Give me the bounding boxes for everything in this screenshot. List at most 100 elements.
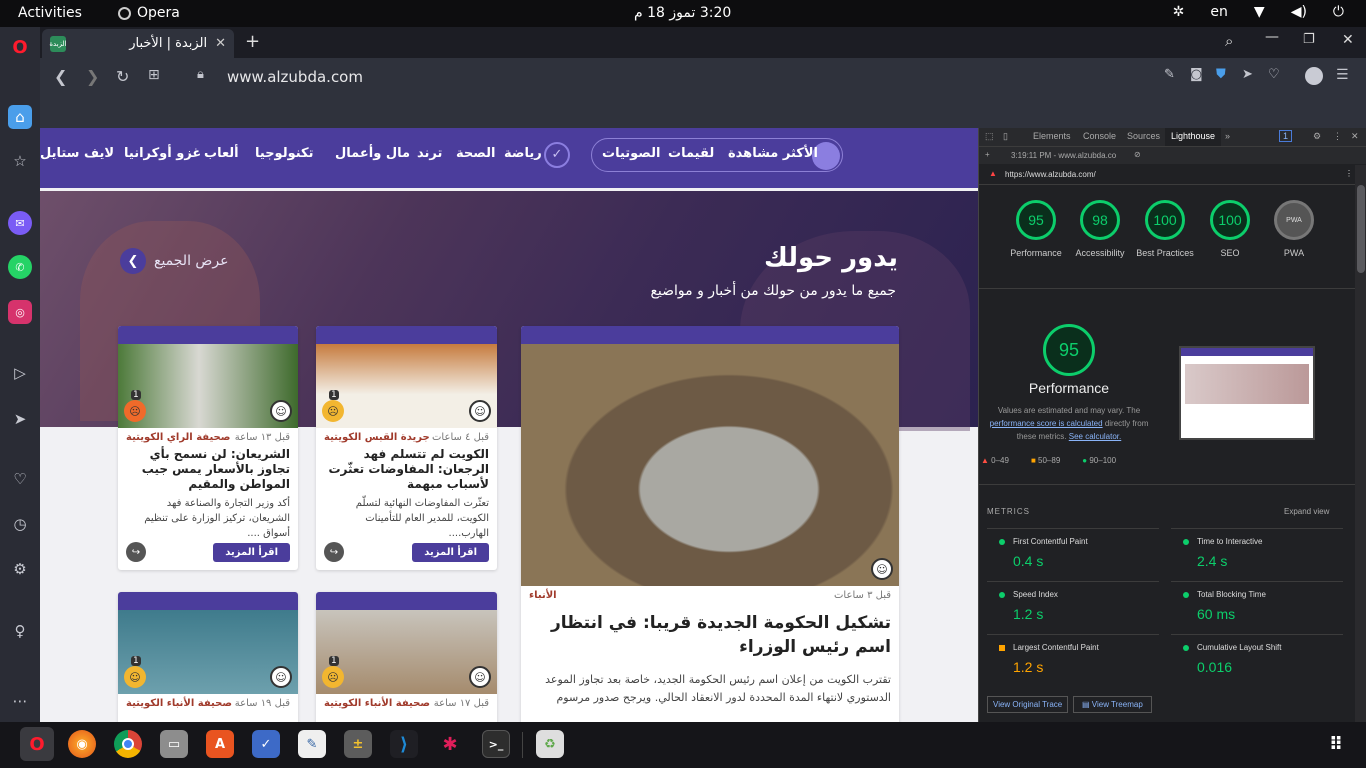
power-icon[interactable]: ⏻ — [1333, 4, 1344, 20]
article-image[interactable]: ☹ 1 ☺ — [316, 610, 497, 694]
show-apps-icon[interactable]: ⠿ — [1322, 730, 1350, 758]
close-icon[interactable]: ✕ — [1351, 131, 1359, 142]
issues-badge[interactable]: 1 — [1279, 130, 1293, 142]
laugh-reaction-icon[interactable]: ☺ 1 — [124, 656, 146, 688]
score-gauge-seo[interactable]: 100 — [1210, 200, 1250, 240]
sad-reaction-icon[interactable]: ☹ 1 — [322, 656, 344, 688]
reaction-add-icon[interactable]: ☺ — [469, 400, 491, 422]
camera-icon[interactable]: ◙ — [1190, 67, 1203, 82]
score-gauge-pwa[interactable]: PWA — [1274, 200, 1314, 240]
edit-icon[interactable]: ✎ — [1164, 67, 1175, 82]
heart-icon[interactable]: ♡ — [1268, 67, 1280, 82]
tab-console[interactable]: Console — [1083, 131, 1116, 141]
reaction-add-icon[interactable]: ☺ — [270, 400, 292, 422]
minimize-button[interactable]: — — [1265, 29, 1279, 45]
article-title[interactable]: الكويت لم تتسلم فهد الرجعان: المفاوضات ت… — [316, 443, 497, 492]
home-icon[interactable]: ⌂ — [8, 105, 32, 129]
score-gauge-best-practices[interactable]: 100 — [1145, 200, 1185, 240]
nav-audio[interactable]: الصوتيات — [602, 146, 660, 161]
tabs-grid-icon[interactable]: ⊞ — [148, 67, 160, 83]
article-title[interactable]: الشريعان: لن نسمح بأي تجاوز بالأسعار يمس… — [118, 443, 298, 492]
angry-reaction-icon[interactable]: ☹ 1 — [124, 390, 146, 422]
share-icon[interactable]: ↪ — [324, 542, 344, 562]
vscode-dock-icon[interactable]: ⟩ — [390, 730, 418, 758]
text-editor-dock-icon[interactable]: ✎ — [298, 730, 326, 758]
reaction-add-icon[interactable]: ☺ — [270, 666, 292, 688]
scrollbar-thumb[interactable] — [1357, 185, 1365, 273]
whatsapp-icon[interactable]: ✆ — [8, 255, 32, 279]
read-more-button[interactable]: اقرأ المزيد — [213, 542, 290, 562]
kebab-icon[interactable]: ⋮ — [1345, 169, 1353, 178]
article-image[interactable]: ☺ 1 ☺ — [118, 610, 298, 694]
files-dock-icon[interactable]: ▭ — [160, 730, 188, 758]
settings-icon[interactable]: ⚙ — [8, 557, 32, 581]
view-original-trace-button[interactable]: View Original Trace — [987, 696, 1069, 713]
page-screenshot-thumbnail[interactable] — [1179, 346, 1315, 440]
view-treemap-button[interactable]: ▤ View Treemap — [1073, 696, 1152, 713]
device-icon[interactable]: ▯ — [1003, 131, 1008, 142]
reaction-add-icon[interactable]: ☺ — [871, 558, 893, 580]
nav-health[interactable]: الصحة — [456, 146, 495, 161]
nav-most-viewed[interactable]: الأكثر مشاهدة — [728, 146, 818, 161]
volume-icon[interactable]: ◀) — [1291, 4, 1307, 20]
send-icon[interactable]: ➤ — [1242, 67, 1253, 82]
nav-games[interactable]: ألعاب — [204, 146, 239, 161]
nav-business[interactable]: مال وأعمال — [335, 146, 410, 161]
reload-icon[interactable]: ↻ — [116, 67, 129, 86]
nav-sports[interactable]: رياضة — [504, 146, 542, 161]
reaction-add-icon[interactable]: ☺ — [469, 666, 491, 688]
score-gauge-accessibility[interactable]: 98 — [1080, 200, 1120, 240]
network-settings-icon[interactable]: ✲ — [1173, 4, 1185, 20]
tab-elements[interactable]: Elements — [1033, 131, 1071, 141]
close-icon[interactable]: ✕ — [215, 36, 226, 51]
send-icon[interactable]: ➤ — [8, 407, 32, 431]
article-source[interactable]: الأنباء — [529, 590, 557, 601]
share-icon[interactable]: ↪ — [126, 542, 146, 562]
calculator-dock-icon[interactable]: ± — [344, 730, 372, 758]
news-card[interactable]: ☺ 1 ☺ صحيفة الأنباء الكويتية قبل ١٩ ساعة — [118, 592, 298, 722]
slack-dock-icon[interactable]: ✱ — [436, 730, 464, 758]
history-icon[interactable]: ◷ — [8, 512, 32, 536]
close-window-button[interactable]: ✕ — [1342, 32, 1354, 48]
lightbulb-icon[interactable]: ♀ — [8, 619, 32, 643]
opera-menu-icon[interactable]: O — [8, 35, 32, 59]
url-field[interactable]: www.alzubda.com — [227, 68, 363, 86]
star-icon[interactable]: ☆ — [8, 149, 32, 173]
nav-ukraine[interactable]: غزو أوكرانيا — [124, 146, 201, 161]
avatar[interactable] — [1305, 67, 1323, 85]
report-selector[interactable]: 3:19:11 PM - www.alzubda.co — [1011, 151, 1116, 160]
nav-luqaimat[interactable]: لقيمات — [668, 146, 714, 161]
article-source[interactable]: صحيفة الأنباء الكويتية — [324, 698, 430, 709]
app-menu[interactable]: Opera — [118, 5, 180, 21]
news-card[interactable]: ☹ 1 ☺ صحيفة الراي الكويتية قبل ١٣ ساعة ال… — [118, 326, 298, 570]
inspect-icon[interactable]: ⬚ — [985, 131, 994, 142]
search-tabs-icon[interactable]: ⌕ — [1225, 32, 1233, 50]
heart-icon[interactable]: ♡ — [8, 467, 32, 491]
tab-sources[interactable]: Sources — [1127, 131, 1160, 141]
article-source[interactable]: صحيفة الأنباء الكويتية — [126, 698, 232, 709]
trash-dock-icon[interactable]: ♻ — [536, 730, 564, 758]
tab-alzubda[interactable]: الزبدة الزبدة | الأخبار ✕ — [42, 29, 234, 58]
instagram-icon[interactable]: ◎ — [8, 300, 32, 324]
clear-icon[interactable]: ⊘ — [1134, 150, 1141, 159]
score-calc-link[interactable]: performance score is calculated — [990, 419, 1103, 428]
back-icon[interactable]: ❮ — [54, 67, 67, 86]
expand-view-toggle[interactable]: Expand view — [1284, 507, 1329, 516]
read-more-button[interactable]: اقرأ المزيد — [412, 542, 489, 562]
new-tab-button[interactable]: + — [245, 31, 260, 52]
opera-dock-icon[interactable]: O — [20, 727, 54, 761]
nav-technology[interactable]: تكنولوجيا — [255, 146, 314, 161]
main-article-card[interactable]: ☺ الأنباء قبل ٣ ساعات تشكيل الحكومة الجد… — [521, 326, 899, 722]
article-image[interactable]: ☹ 1 ☺ — [316, 344, 497, 428]
menu-icon[interactable]: ☰ — [1336, 67, 1349, 83]
view-all-link[interactable]: ❮ عرض الجميع — [120, 248, 228, 274]
article-image[interactable]: ☺ — [521, 344, 899, 586]
wifi-icon[interactable]: ▼ — [1254, 4, 1265, 20]
kebab-icon[interactable]: ⋮ — [1333, 131, 1342, 142]
article-source[interactable]: صحيفة الراي الكويتية — [126, 432, 230, 443]
scrollbar[interactable] — [1355, 165, 1366, 722]
forward-icon[interactable]: ❯ — [86, 67, 99, 86]
article-image[interactable]: ☹ 1 ☺ — [118, 344, 298, 428]
firefox-dock-icon[interactable]: ◉ — [68, 730, 96, 758]
add-icon[interactable]: + — [985, 150, 990, 159]
